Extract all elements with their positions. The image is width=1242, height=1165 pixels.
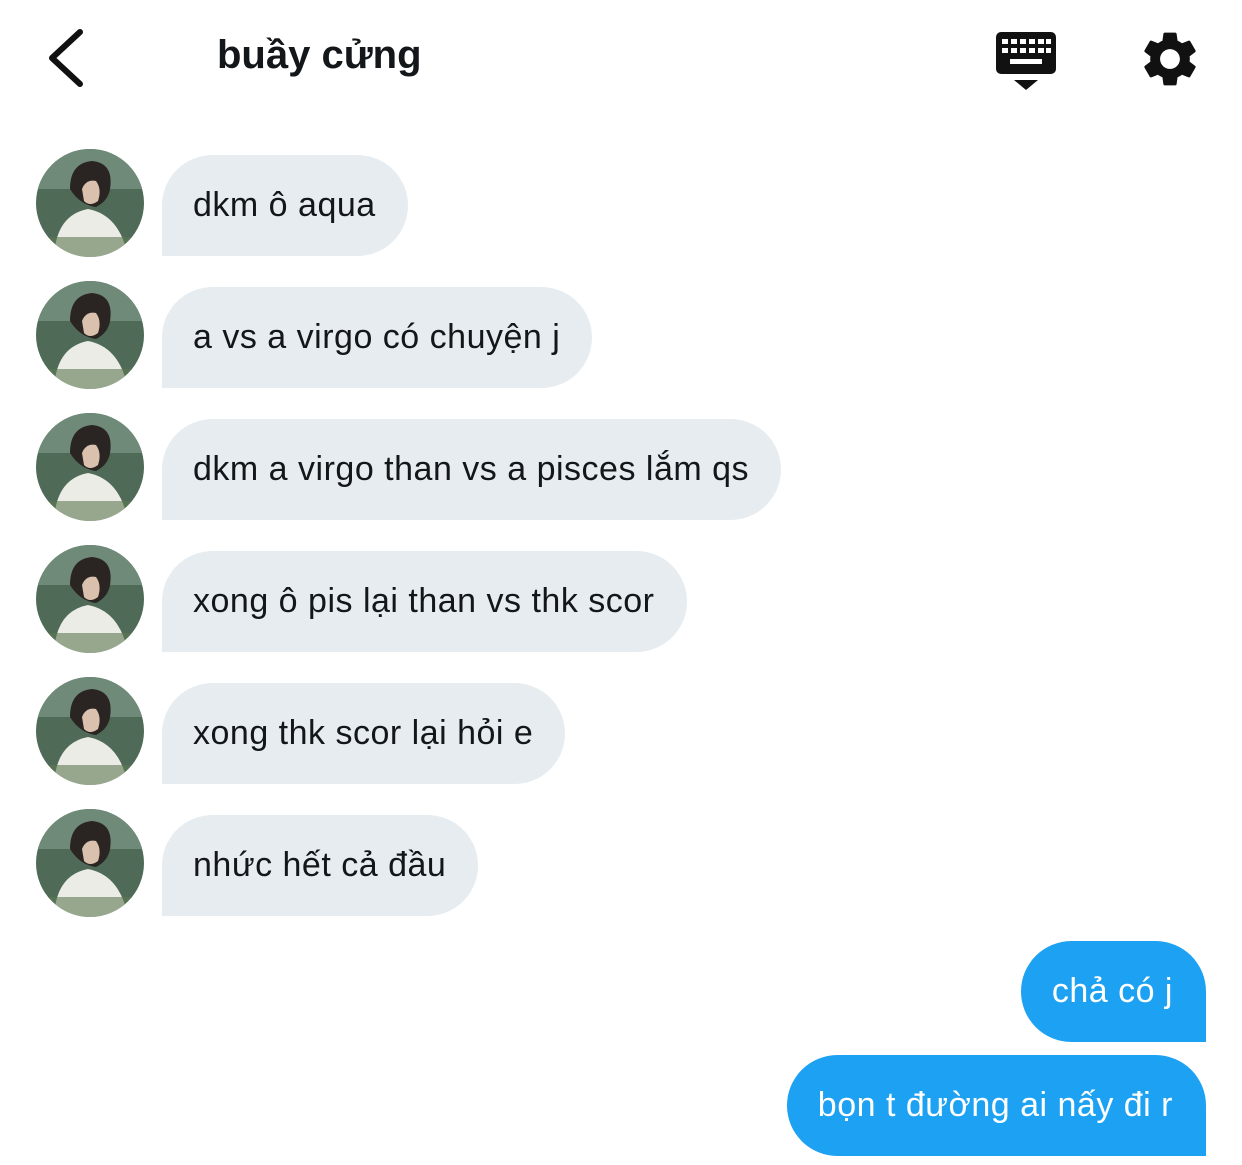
incoming-message-bubble[interactable]: a vs a virgo có chuyện j [162, 287, 593, 388]
incoming-message-bubble[interactable]: dkm a virgo than vs a pisces lắm qs [162, 419, 782, 520]
avatar-photo [36, 809, 144, 917]
avatar-photo [36, 281, 144, 389]
avatar[interactable] [36, 149, 144, 257]
message-list: dkm ô aqua a vs a virgo có chuyện j dkm … [0, 0, 1242, 1165]
avatar[interactable] [36, 281, 144, 389]
incoming-message-bubble[interactable]: xong thk scor lại hỏi e [162, 683, 566, 784]
avatar-photo [36, 545, 144, 653]
avatar[interactable] [36, 809, 144, 917]
incoming-message-bubble[interactable]: nhức hết cả đầu [162, 815, 479, 916]
avatar-photo [36, 149, 144, 257]
avatar[interactable] [36, 545, 144, 653]
avatar-photo [36, 413, 144, 521]
incoming-message-bubble[interactable]: xong ô pis lại than vs thk scor [162, 551, 687, 652]
incoming-message-bubble[interactable]: dkm ô aqua [162, 155, 408, 256]
avatar[interactable] [36, 677, 144, 785]
avatar[interactable] [36, 413, 144, 521]
avatar-photo [36, 677, 144, 785]
outgoing-message-bubble[interactable]: bọn t đường ai nấy đi r [786, 1055, 1206, 1156]
outgoing-message-bubble[interactable]: chả có j [1020, 941, 1206, 1042]
